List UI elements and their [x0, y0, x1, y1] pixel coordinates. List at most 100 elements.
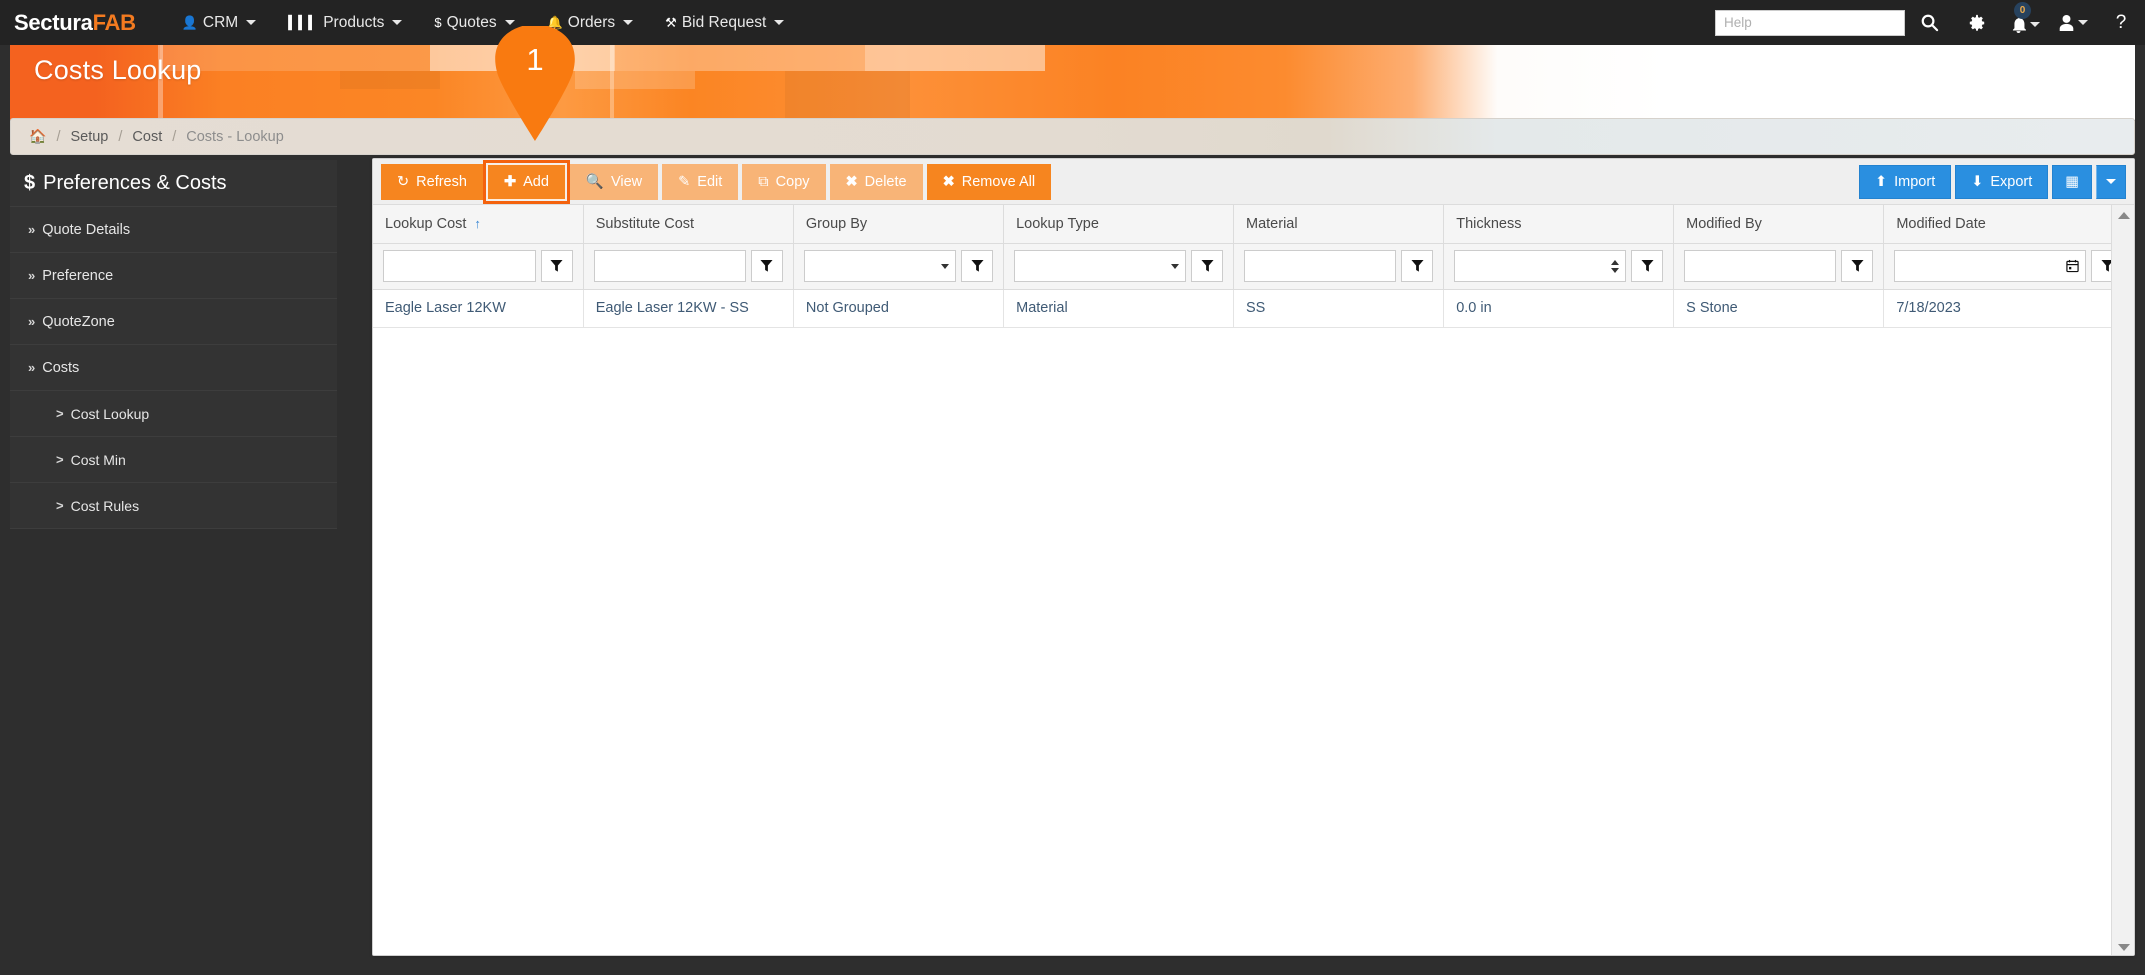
filter-input-substitute-cost[interactable]	[600, 258, 739, 274]
costs-lookup-grid: Lookup Cost ↑ Substitute Cost Group By Lo…	[373, 205, 2134, 328]
cell-modified-by[interactable]: S Stone	[1673, 289, 1885, 328]
column-header-group-by[interactable]: Group By	[793, 205, 1005, 244]
filter-input-thickness[interactable]	[1461, 258, 1608, 274]
cell-modified-date[interactable]: 7/18/2023	[1883, 289, 2134, 328]
navbar-right-section: 0 ?	[1715, 0, 2145, 45]
cell-material[interactable]: SS	[1233, 289, 1445, 328]
funnel-icon[interactable]	[1631, 250, 1664, 282]
edit-button[interactable]: ✎ Edit	[662, 163, 739, 200]
banner-decoration-block	[340, 71, 440, 89]
view-button[interactable]: 🔍 View	[569, 163, 659, 200]
grid-vertical-scrollbar[interactable]	[2111, 205, 2134, 955]
filter-input-lookup-cost-wrap[interactable]	[383, 250, 536, 282]
user-account-button[interactable]	[2049, 0, 2097, 45]
import-button-label: Import	[1894, 173, 1936, 190]
sidebar-item-quotezone[interactable]: » QuoteZone	[10, 299, 337, 345]
filter-input-thickness-wrap[interactable]	[1454, 250, 1627, 282]
filter-input-modified-by-wrap[interactable]	[1684, 250, 1837, 282]
sidebar-item-cost-lookup[interactable]: > Cost Lookup	[10, 391, 337, 437]
column-header-label: Lookup Type	[1016, 215, 1099, 232]
filter-cell-material	[1233, 243, 1445, 290]
add-button[interactable]: ✚ Add	[482, 159, 570, 204]
filter-select-lookup-type-wrap[interactable]	[1014, 250, 1187, 282]
cell-lookup-cost[interactable]: Eagle Laser 12KW	[373, 289, 584, 328]
question-mark-icon[interactable]: ?	[2097, 0, 2145, 45]
filter-input-material-wrap[interactable]	[1244, 250, 1397, 282]
calendar-icon[interactable]	[2066, 259, 2079, 273]
grid-filter-row	[373, 243, 2134, 290]
help-search-input[interactable]	[1715, 9, 1905, 36]
remove-all-button-label: Remove All	[961, 173, 1036, 190]
funnel-icon[interactable]	[750, 250, 783, 282]
funnel-icon[interactable]	[961, 250, 994, 282]
filter-input-modified-date[interactable]	[1901, 258, 2062, 274]
column-chooser-dropdown-button[interactable]	[2096, 164, 2126, 199]
nav-item-crm[interactable]: 👤 CRM	[166, 0, 273, 45]
breadcrumb-item-setup[interactable]: Setup	[70, 129, 108, 145]
chevron-down-icon[interactable]	[941, 263, 950, 269]
filter-input-modified-date-wrap[interactable]	[1894, 250, 2086, 282]
filter-input-modified-by[interactable]	[1691, 258, 1830, 274]
column-header-thickness[interactable]: Thickness	[1443, 205, 1675, 244]
export-button[interactable]: ⬇ Export	[1955, 164, 2049, 199]
column-header-modified-date[interactable]: Modified Date	[1883, 205, 2134, 244]
funnel-icon[interactable]	[1191, 250, 1224, 282]
sidebar-item-quote-details[interactable]: » Quote Details	[10, 207, 337, 253]
sidebar-item-cost-rules[interactable]: > Cost Rules	[10, 483, 337, 529]
funnel-icon[interactable]	[1841, 250, 1874, 282]
stepper-down-icon[interactable]	[1611, 267, 1620, 273]
cell-lookup-type[interactable]: Material	[1003, 289, 1235, 328]
notification-badge: 0	[2014, 2, 2031, 19]
scroll-up-arrow-icon[interactable]	[2112, 205, 2134, 225]
funnel-icon[interactable]	[1401, 250, 1434, 282]
delete-button[interactable]: ✖ Delete	[829, 163, 923, 200]
sidebar-item-preference[interactable]: » Preference	[10, 253, 337, 299]
nav-item-orders[interactable]: 🔔 Orders	[531, 0, 650, 45]
nav-item-bid-request[interactable]: ⚒ Bid Request	[649, 0, 800, 45]
nav-item-quotes[interactable]: $ Quotes	[418, 0, 530, 45]
nav-item-products[interactable]: ▍▍▍ Products	[272, 0, 418, 45]
cell-group-by[interactable]: Not Grouped	[793, 289, 1005, 328]
cell-substitute-cost[interactable]: Eagle Laser 12KW - SS	[583, 289, 794, 328]
breadcrumb-item-cost[interactable]: Cost	[132, 129, 162, 145]
main-content-panel: ↻ Refresh ✚ Add 🔍 View ✎ Edit ⧉ Copy ✖ D…	[372, 158, 2135, 956]
funnel-icon[interactable]	[540, 250, 573, 282]
wrench-icon: ⚒	[665, 14, 677, 30]
filter-select-group-by[interactable]	[810, 258, 938, 274]
notifications-bell-button[interactable]: 0	[2001, 0, 2049, 45]
sidebar-item-costs[interactable]: » Costs	[10, 345, 337, 391]
cell-thickness[interactable]: 0.0 in	[1443, 289, 1675, 328]
filter-select-group-by-wrap[interactable]	[803, 250, 957, 282]
home-icon[interactable]: 🏠	[29, 128, 46, 145]
filter-input-material[interactable]	[1251, 258, 1390, 274]
filter-input-lookup-cost[interactable]	[390, 258, 529, 274]
remove-all-button[interactable]: ✖ Remove All	[926, 163, 1052, 200]
column-header-substitute-cost[interactable]: Substitute Cost	[583, 205, 794, 244]
refresh-button[interactable]: ↻ Refresh	[381, 163, 483, 200]
filter-input-substitute-cost-wrap[interactable]	[593, 250, 746, 282]
column-header-lookup-cost[interactable]: Lookup Cost ↑	[373, 205, 584, 244]
chevron-down-icon[interactable]	[1171, 263, 1180, 269]
column-header-lookup-type[interactable]: Lookup Type	[1003, 205, 1235, 244]
app-logo[interactable]: SecturaFAB	[14, 10, 136, 36]
table-row[interactable]: Eagle Laser 12KW Eagle Laser 12KW - SS N…	[373, 289, 2134, 328]
column-chooser-button[interactable]: ▦	[2052, 164, 2092, 199]
sidebar-item-label: Cost Min	[70, 451, 126, 468]
breadcrumb: 🏠 / Setup / Cost / Costs - Lookup	[10, 118, 2135, 155]
search-icon[interactable]	[1905, 0, 1953, 45]
gear-icon[interactable]	[1953, 0, 2001, 45]
import-button[interactable]: ⬆ Import	[1858, 164, 1952, 199]
copy-button[interactable]: ⧉ Copy	[742, 163, 826, 200]
chevron-double-right-icon: »	[28, 268, 36, 283]
nav-item-quotes-label: Quotes	[446, 13, 497, 31]
stepper-up-icon[interactable]	[1611, 259, 1620, 265]
filter-select-lookup-type[interactable]	[1021, 258, 1168, 274]
column-header-label: Lookup Cost	[385, 215, 467, 232]
x-icon: ✖	[845, 173, 858, 190]
refresh-icon: ↻	[397, 173, 410, 190]
scroll-down-arrow-icon[interactable]	[2112, 937, 2134, 955]
sidebar-item-cost-min[interactable]: > Cost Min	[10, 437, 337, 483]
column-header-material[interactable]: Material	[1233, 205, 1445, 244]
column-header-modified-by[interactable]: Modified By	[1673, 205, 1885, 244]
number-stepper[interactable]	[1611, 259, 1620, 273]
